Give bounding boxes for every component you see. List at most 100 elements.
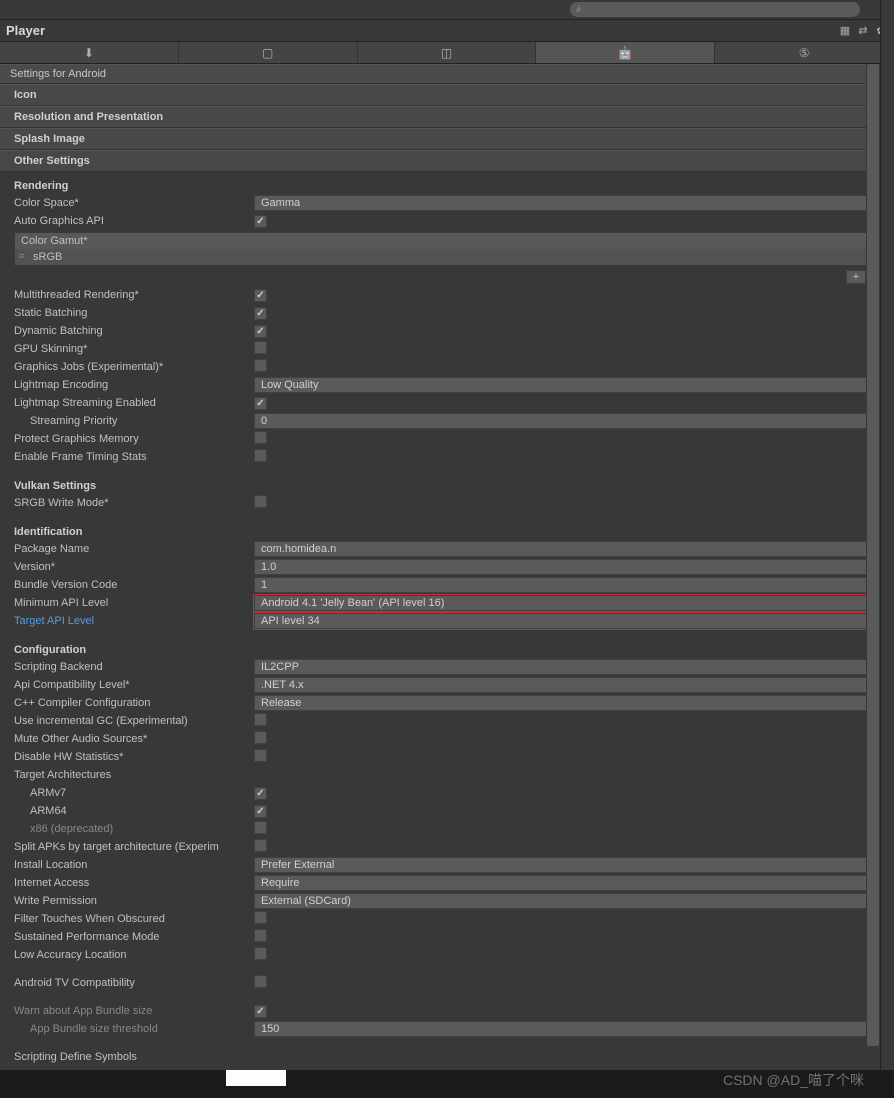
configuration-title: Configuration bbox=[0, 640, 894, 658]
internet-access-label: Internet Access bbox=[14, 877, 254, 889]
platform-tabs: ⬇ ▢ ◫ 🤖 ⑤ bbox=[0, 42, 894, 64]
multithreaded-checkbox[interactable] bbox=[254, 289, 267, 302]
incremental-gc-checkbox[interactable] bbox=[254, 713, 267, 726]
vertical-scrollbar[interactable] bbox=[866, 64, 880, 1098]
sustained-perf-checkbox[interactable] bbox=[254, 929, 267, 942]
rendering-title: Rendering bbox=[0, 176, 894, 194]
bottom-crop bbox=[0, 1070, 894, 1098]
target-api-dropdown[interactable]: API level 34 bbox=[254, 613, 880, 629]
identification-title: Identification bbox=[0, 522, 894, 540]
armv7-label: ARMv7 bbox=[14, 787, 254, 799]
protect-graphics-checkbox[interactable] bbox=[254, 431, 267, 444]
section-splash[interactable]: Splash Image bbox=[0, 128, 894, 150]
scrollbar-thumb[interactable] bbox=[867, 64, 879, 1046]
color-gamut-box: Color Gamut* sRGB bbox=[14, 232, 880, 266]
api-compat-label: Api Compatibility Level* bbox=[14, 679, 254, 691]
gamut-add-button[interactable]: + bbox=[846, 270, 866, 284]
color-space-dropdown[interactable]: Gamma bbox=[254, 195, 880, 211]
section-resolution[interactable]: Resolution and Presentation bbox=[0, 106, 894, 128]
cpp-config-label: C++ Compiler Configuration bbox=[14, 697, 254, 709]
x86-checkbox[interactable] bbox=[254, 821, 267, 834]
section-icon[interactable]: Icon bbox=[0, 84, 894, 106]
tab-ios[interactable]: ▢ bbox=[179, 42, 358, 63]
lightmap-encoding-label: Lightmap Encoding bbox=[14, 379, 254, 391]
vulkan-title: Vulkan Settings bbox=[0, 476, 894, 494]
api-compat-dropdown[interactable]: .NET 4.x bbox=[254, 677, 880, 693]
frame-timing-checkbox[interactable] bbox=[254, 449, 267, 462]
download-icon: ⬇ bbox=[84, 46, 94, 60]
filter-touches-label: Filter Touches When Obscured bbox=[14, 913, 254, 925]
graphics-jobs-checkbox[interactable] bbox=[254, 359, 267, 372]
internet-access-dropdown[interactable]: Require bbox=[254, 875, 880, 891]
preset-icon[interactable]: ⇄ bbox=[856, 24, 870, 38]
search-input[interactable]: ⌕ bbox=[570, 2, 860, 17]
section-other[interactable]: Other Settings bbox=[0, 150, 894, 172]
multithreaded-label: Multithreaded Rendering* bbox=[14, 289, 254, 301]
armv7-checkbox[interactable] bbox=[254, 787, 267, 800]
html5-icon: ⑤ bbox=[799, 46, 810, 60]
mute-audio-checkbox[interactable] bbox=[254, 731, 267, 744]
streaming-priority-label: Streaming Priority bbox=[14, 415, 254, 427]
write-permission-label: Write Permission bbox=[14, 895, 254, 907]
incremental-gc-label: Use incremental GC (Experimental) bbox=[14, 715, 254, 727]
title-bar: Player ▦ ⇄ ✿ bbox=[0, 20, 894, 42]
arm64-label: ARM64 bbox=[14, 805, 254, 817]
scripting-symbols-label: Scripting Define Symbols bbox=[14, 1051, 254, 1063]
auto-graphics-checkbox[interactable] bbox=[254, 215, 267, 228]
search-icon: ⌕ bbox=[576, 4, 582, 15]
platform-header: Settings for Android bbox=[0, 64, 894, 84]
mute-audio-label: Mute Other Audio Sources* bbox=[14, 733, 254, 745]
write-permission-dropdown[interactable]: External (SDCard) bbox=[254, 893, 880, 909]
dynamic-batching-checkbox[interactable] bbox=[254, 325, 267, 338]
low-accuracy-checkbox[interactable] bbox=[254, 947, 267, 960]
other-settings-body: Rendering Color Space*Gamma Auto Graphic… bbox=[0, 172, 894, 1070]
target-arch-label: Target Architectures bbox=[14, 769, 254, 781]
gamut-toolbar: + − bbox=[0, 268, 894, 286]
auto-graphics-label: Auto Graphics API bbox=[14, 215, 254, 227]
help-icon[interactable]: ▦ bbox=[838, 24, 852, 38]
gpu-skinning-checkbox[interactable] bbox=[254, 341, 267, 354]
x86-label: x86 (deprecated) bbox=[14, 823, 254, 835]
bundle-code-field[interactable]: 1 bbox=[254, 577, 880, 593]
scripting-backend-dropdown[interactable]: IL2CPP bbox=[254, 659, 880, 675]
filter-touches-checkbox[interactable] bbox=[254, 911, 267, 924]
split-apk-checkbox[interactable] bbox=[254, 839, 267, 852]
tab-tvos[interactable]: ◫ bbox=[358, 42, 537, 63]
lightmap-streaming-label: Lightmap Streaming Enabled bbox=[14, 397, 254, 409]
content-area: Settings for Android Icon Resolution and… bbox=[0, 64, 894, 1098]
graphics-jobs-label: Graphics Jobs (Experimental)* bbox=[14, 361, 254, 373]
bundle-threshold-label: App Bundle size threshold bbox=[14, 1023, 254, 1035]
streaming-priority-field[interactable]: 0 bbox=[254, 413, 880, 429]
static-batching-label: Static Batching bbox=[14, 307, 254, 319]
android-tv-label: Android TV Compatibility bbox=[14, 977, 254, 989]
srgb-write-checkbox[interactable] bbox=[254, 495, 267, 508]
tab-android[interactable]: 🤖 bbox=[536, 42, 715, 63]
min-api-label: Minimum API Level bbox=[14, 597, 254, 609]
low-accuracy-label: Low Accuracy Location bbox=[14, 949, 254, 961]
color-gamut-item[interactable]: sRGB bbox=[15, 249, 879, 265]
arm64-checkbox[interactable] bbox=[254, 805, 267, 818]
dynamic-batching-label: Dynamic Batching bbox=[14, 325, 254, 337]
cpp-config-dropdown[interactable]: Release bbox=[254, 695, 880, 711]
srgb-write-label: SRGB Write Mode* bbox=[14, 497, 254, 509]
min-api-dropdown[interactable]: Android 4.1 'Jelly Bean' (API level 16) bbox=[254, 595, 880, 611]
top-bar: ⌕ bbox=[0, 0, 894, 20]
bundle-threshold-field[interactable]: 150 bbox=[254, 1021, 880, 1037]
install-location-dropdown[interactable]: Prefer External bbox=[254, 857, 880, 873]
target-api-label: Target API Level bbox=[14, 615, 254, 627]
version-field[interactable]: 1.0 bbox=[254, 559, 880, 575]
package-name-field[interactable]: com.homidea.n bbox=[254, 541, 880, 557]
color-gamut-label: Color Gamut* bbox=[15, 233, 879, 249]
phone-icon: ▢ bbox=[262, 46, 273, 60]
warn-bundle-checkbox[interactable] bbox=[254, 1005, 267, 1018]
tab-webgl[interactable]: ⑤ bbox=[715, 42, 894, 63]
bundle-code-label: Bundle Version Code bbox=[14, 579, 254, 591]
static-batching-checkbox[interactable] bbox=[254, 307, 267, 320]
android-tv-checkbox[interactable] bbox=[254, 975, 267, 988]
install-location-label: Install Location bbox=[14, 859, 254, 871]
lightmap-encoding-dropdown[interactable]: Low Quality bbox=[254, 377, 880, 393]
window-title: Player bbox=[6, 23, 838, 38]
lightmap-streaming-checkbox[interactable] bbox=[254, 397, 267, 410]
disable-hw-stats-checkbox[interactable] bbox=[254, 749, 267, 762]
tab-standalone[interactable]: ⬇ bbox=[0, 42, 179, 63]
